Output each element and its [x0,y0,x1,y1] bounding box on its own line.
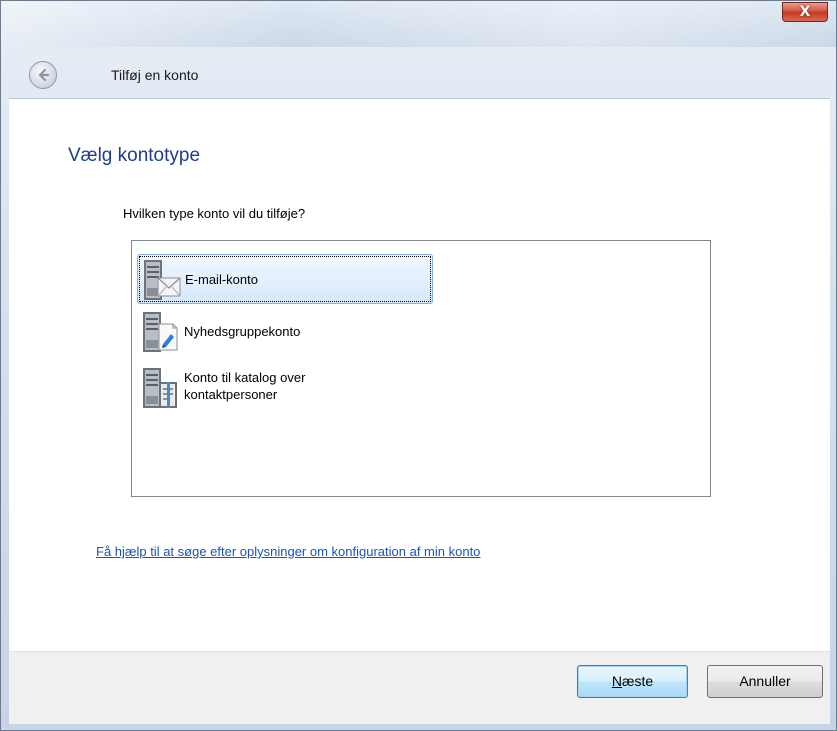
close-button[interactable]: X [782,2,828,22]
cancel-button[interactable]: Annuller [707,665,823,698]
email-account-icon [144,260,181,300]
page-title: Vælg kontotype [68,145,201,166]
directory-account-icon [143,368,177,408]
content-panel: Vælg kontotype Hvilken type konto vil du… [9,98,830,651]
close-icon: X [799,4,811,20]
button-bar: Næste Annuller [9,651,830,724]
newsgroup-account-icon [143,312,178,352]
list-item-email-account[interactable]: E-mail-konto [137,254,433,304]
question-label: Hvilken type konto vil du tilføje? [123,206,306,221]
list-item-directory-account[interactable]: Konto til katalog over kontaktpersoner [137,363,433,419]
next-label-rest: æste [622,673,654,689]
next-mnemonic: N [611,673,622,689]
list-item-label: E-mail-konto [185,272,258,287]
back-button[interactable] [29,61,57,89]
next-button[interactable]: Næste [577,665,688,698]
account-type-list[interactable]: E-mail-konto Nyhedsgruppekonto Konto til… [131,240,711,497]
list-item-newsgroup-account[interactable]: Nyhedsgruppekonto [137,307,433,357]
wizard-header: Tilføj en konto [1,53,836,97]
back-arrow-icon [38,68,50,82]
list-item-label: Nyhedsgruppekonto [184,324,301,339]
list-item-label-line2: kontaktpersoner [184,387,278,402]
list-item-label-line1: Konto til katalog over [184,370,306,385]
wizard-title: Tilføj en konto [111,67,199,83]
help-link[interactable]: Få hjælp til at søge efter oplysninger o… [96,544,480,559]
title-bar: X [1,1,836,47]
dialog-window: X Tilføj en konto Vælg kontotype Hvilken… [0,0,837,731]
